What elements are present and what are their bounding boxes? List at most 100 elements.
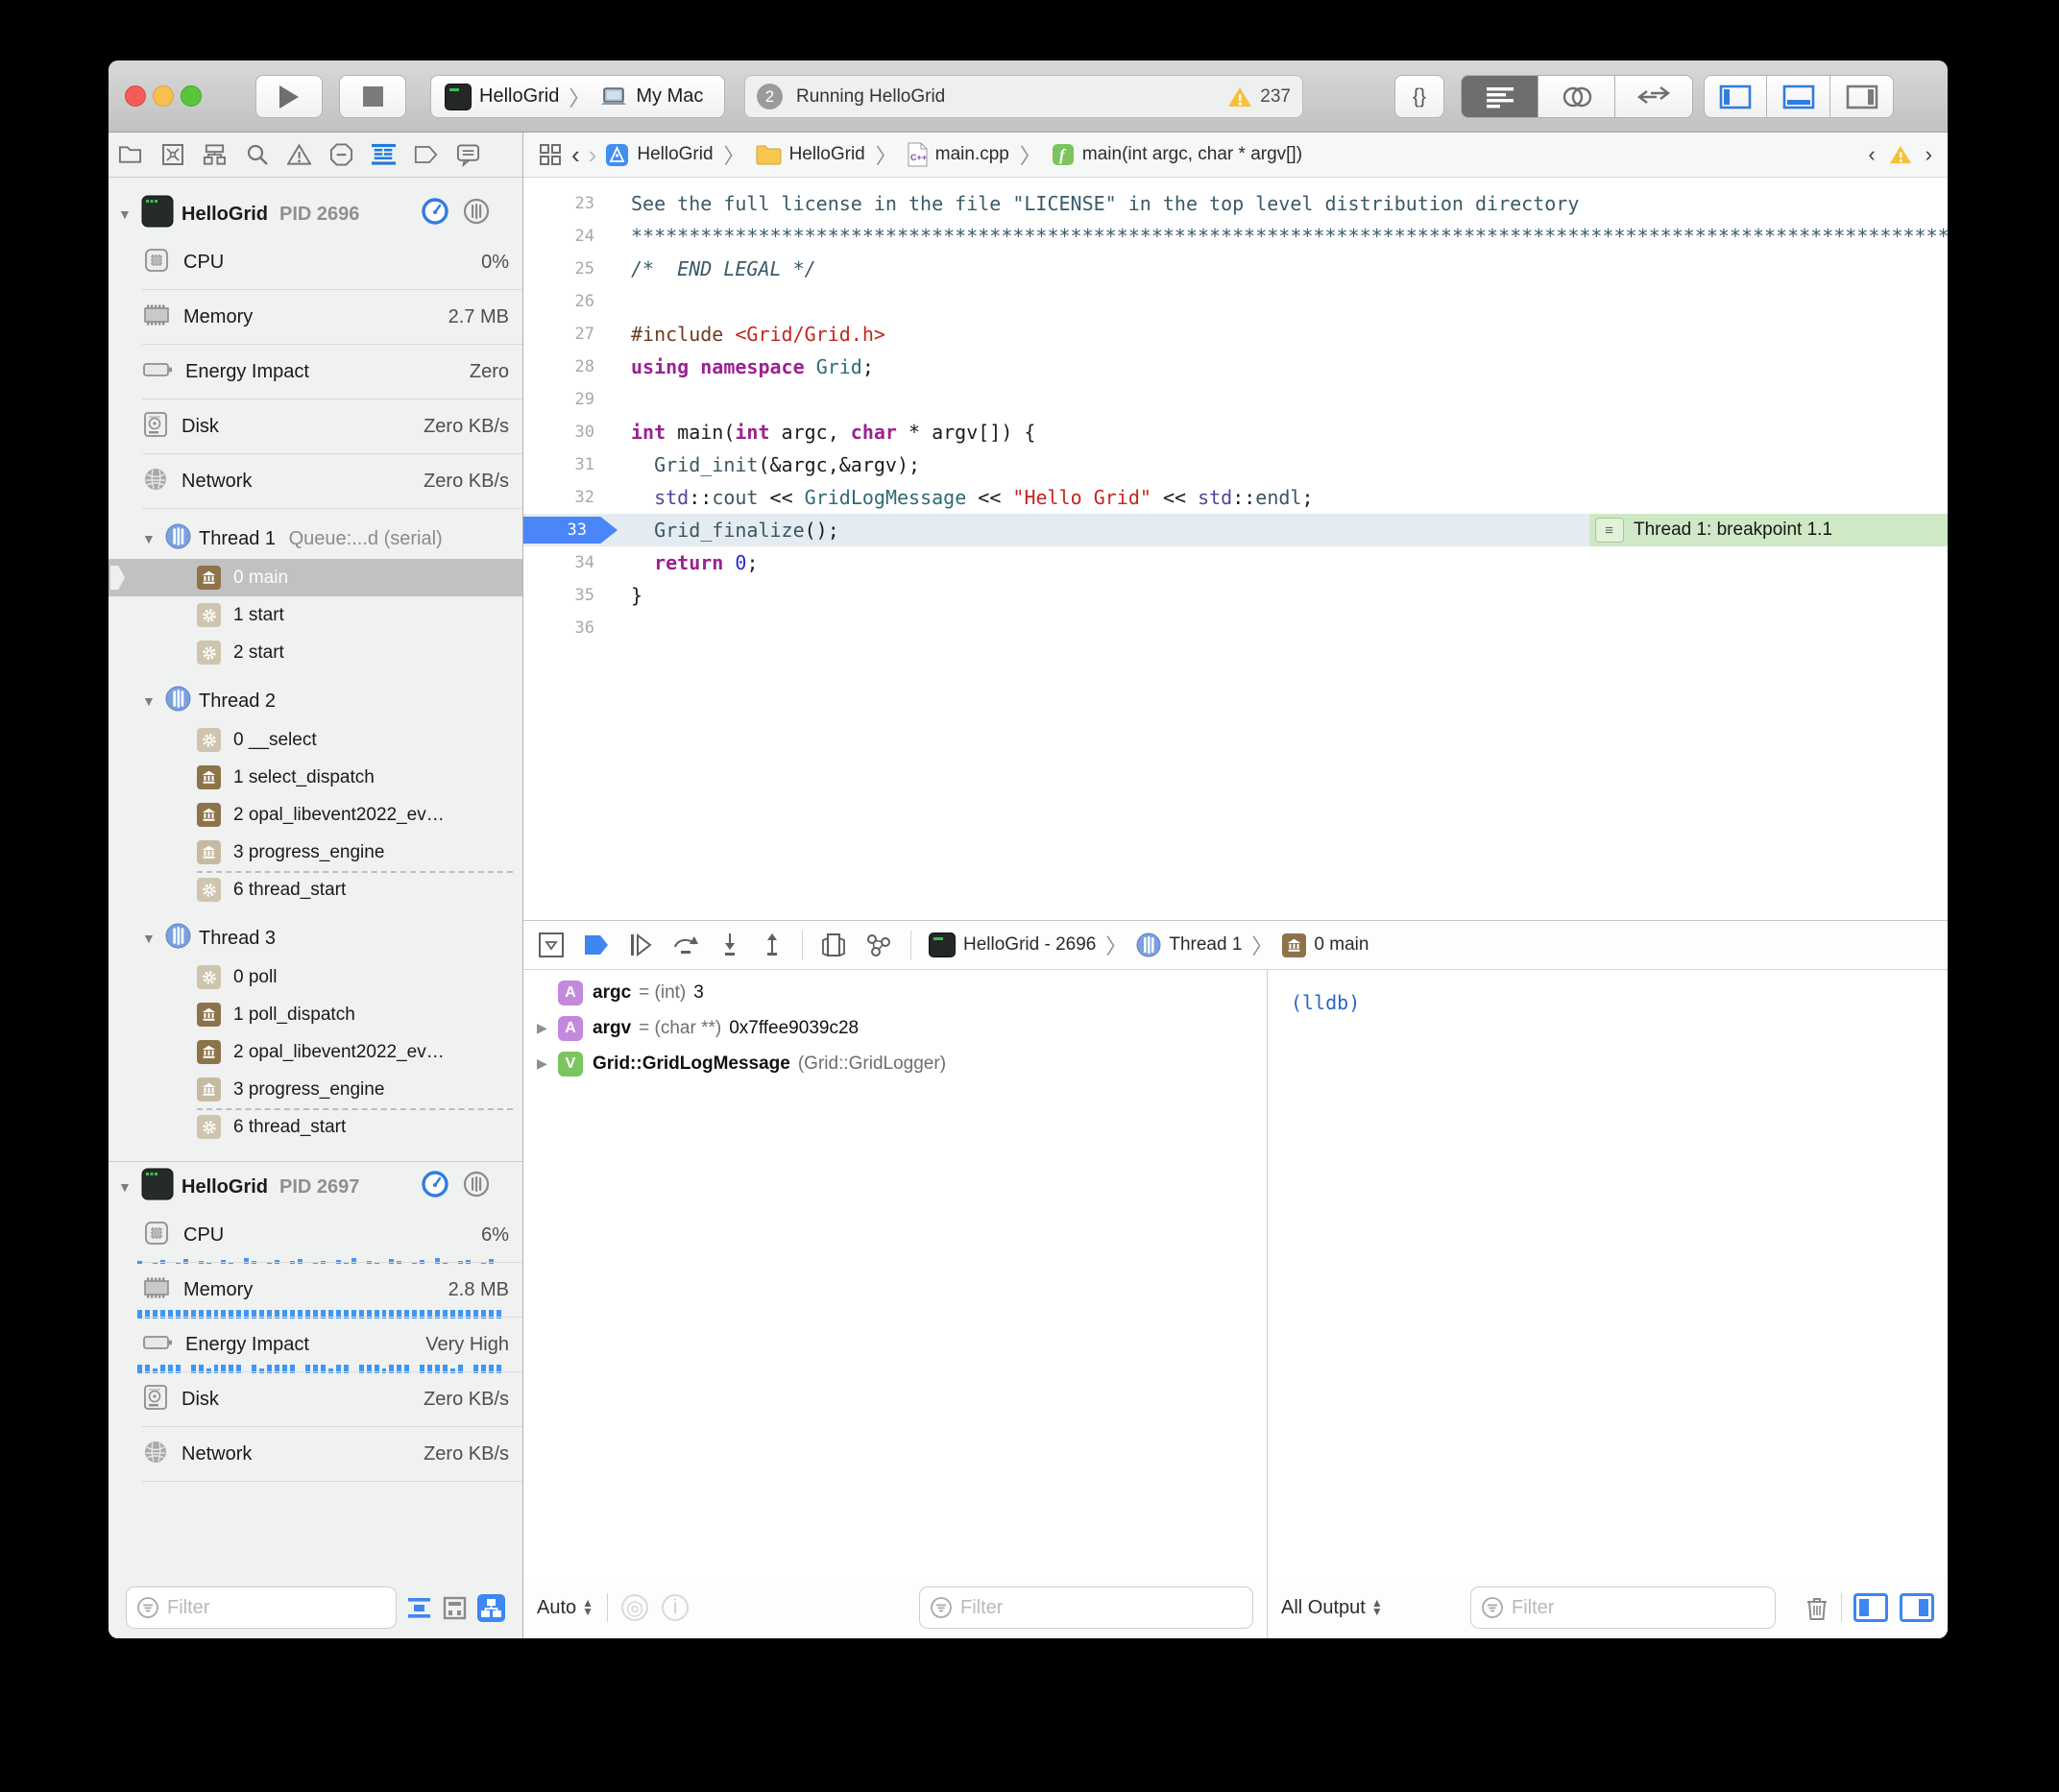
performance-gauge-button[interactable]: [422, 198, 448, 230]
line-number[interactable]: 27: [523, 325, 619, 344]
issue-warning-icon[interactable]: [1889, 144, 1912, 165]
stack-frame-row[interactable]: 3 progress_engine: [109, 1071, 522, 1108]
close-window-button[interactable]: [125, 85, 146, 107]
variable-row[interactable]: ▶Aargv= (char **)0x7ffee9039c28: [523, 1010, 1267, 1046]
tab-breakpoints[interactable]: [414, 143, 438, 167]
jump-bar-item[interactable]: fmain(int argc, char * argv[]): [1052, 143, 1302, 166]
line-number[interactable]: 29: [523, 390, 619, 409]
minimize-window-button[interactable]: [153, 85, 174, 107]
line-number[interactable]: 25: [523, 259, 619, 278]
continue-button[interactable]: [627, 932, 654, 958]
activity-viewer[interactable]: 2 Running HelloGrid 237: [744, 75, 1303, 118]
stack-frame-row[interactable]: 3 progress_engine: [109, 834, 522, 871]
disclosure-triangle[interactable]: ▼: [142, 693, 157, 709]
hide-debug-area-button[interactable]: [537, 931, 566, 959]
tab-project[interactable]: [118, 143, 142, 167]
thread-row-thread-2[interactable]: ▼Thread 2: [109, 681, 522, 721]
console-filter-field[interactable]: Filter: [1470, 1586, 1776, 1629]
stat-row-energy-impact[interactable]: Energy ImpactVery High: [109, 1318, 522, 1372]
stack-frame-row[interactable]: 2 start: [109, 634, 522, 671]
quicklook-icon[interactable]: ◎: [621, 1594, 648, 1621]
breakpoint-detail-icon[interactable]: ≡: [1595, 518, 1624, 543]
jump-bar-item[interactable]: HelloGrid: [756, 144, 865, 165]
standard-editor-button[interactable]: [1462, 76, 1538, 117]
line-number[interactable]: 31: [523, 455, 619, 474]
process-row-pid-2696[interactable]: ▼HelloGridPID 2696: [109, 193, 522, 235]
variable-row[interactable]: ▶VGrid::GridLogMessage(Grid::GridLogger): [523, 1046, 1267, 1081]
console-output[interactable]: (lldb): [1268, 970, 1948, 1577]
step-over-button[interactable]: [671, 932, 700, 958]
stack-frame-row[interactable]: 6 thread_start: [109, 871, 522, 908]
info-icon[interactable]: i: [662, 1594, 689, 1621]
disclosure-triangle[interactable]: ▶: [537, 1020, 558, 1036]
line-number[interactable]: 32: [523, 488, 619, 507]
variable-row[interactable]: Aargc= (int)3: [523, 975, 1267, 1010]
tab-reports[interactable]: [456, 143, 480, 167]
variables-filter-field[interactable]: Filter: [919, 1586, 1253, 1629]
jump-bar-item[interactable]: C++main.cpp: [908, 142, 1009, 167]
stack-frame-row[interactable]: 2 opal_libevent2022_ev…: [109, 1033, 522, 1071]
disclosure-triangle[interactable]: ▼: [142, 931, 157, 946]
stack-frame-row[interactable]: 6 thread_start: [109, 1108, 522, 1146]
stack-depth-toggle[interactable]: [442, 1595, 468, 1621]
stat-row-cpu[interactable]: CPU6%: [109, 1208, 522, 1263]
line-number[interactable]: 36: [523, 618, 619, 638]
view-process-hierarchy-toggle[interactable]: [477, 1594, 505, 1622]
stat-row-memory[interactable]: Memory2.8 MB: [109, 1263, 522, 1318]
stat-row-energy-impact[interactable]: Energy ImpactZero: [109, 345, 522, 400]
toggle-navigator-button[interactable]: [1704, 75, 1767, 118]
line-number[interactable]: 30: [523, 423, 619, 442]
stat-row-disk[interactable]: DiskZero KB/s: [109, 400, 522, 454]
toggle-debug-area-button[interactable]: [1767, 75, 1830, 118]
thread-row-thread-1[interactable]: ▼Thread 1 Queue:...d (serial): [109, 519, 522, 559]
jump-bar-item[interactable]: HelloGrid: [605, 143, 713, 167]
disclosure-triangle[interactable]: ▼: [118, 206, 133, 222]
source-editor[interactable]: 23See the full license in the file "LICE…: [523, 178, 1948, 920]
line-number[interactable]: 23: [523, 194, 619, 213]
stat-row-memory[interactable]: Memory2.7 MB: [109, 290, 522, 345]
tab-debug[interactable]: [372, 143, 396, 167]
related-items-icon[interactable]: [539, 143, 563, 167]
stack-frame-row[interactable]: 0 __select: [109, 721, 522, 759]
toggle-inspector-button[interactable]: [1830, 75, 1894, 118]
stat-row-disk[interactable]: DiskZero KB/s: [109, 1372, 522, 1427]
zoom-window-button[interactable]: [181, 85, 202, 107]
line-number[interactable]: 24: [523, 227, 619, 246]
next-issue-button[interactable]: ›: [1926, 142, 1932, 167]
stat-row-network[interactable]: NetworkZero KB/s: [109, 454, 522, 509]
line-number[interactable]: 26: [523, 292, 619, 311]
scheme-selector[interactable]: HelloGrid 〉 My Mac: [430, 75, 725, 118]
breadcrumb-thread[interactable]: Thread 1: [1169, 934, 1242, 956]
disclosure-triangle[interactable]: ▶: [537, 1055, 558, 1072]
warning-count[interactable]: 237: [1260, 86, 1291, 108]
forward-button[interactable]: ›: [589, 140, 597, 170]
stack-frame-row[interactable]: 1 select_dispatch: [109, 759, 522, 796]
step-into-button[interactable]: [717, 932, 742, 958]
disclosure-triangle[interactable]: ▼: [118, 1179, 133, 1195]
disclosure-triangle[interactable]: ▼: [142, 531, 157, 546]
tab-issues[interactable]: [287, 143, 311, 167]
tab-search[interactable]: [245, 143, 269, 167]
tab-symbols[interactable]: [203, 143, 227, 167]
stat-row-network[interactable]: NetworkZero KB/s: [109, 1427, 522, 1482]
navigator-filter-field[interactable]: Filter: [126, 1586, 397, 1629]
stack-frame-row[interactable]: 1 start: [109, 596, 522, 634]
performance-gauge-button[interactable]: [422, 1171, 448, 1203]
thread-row-thread-3[interactable]: ▼Thread 3: [109, 918, 522, 958]
line-number[interactable]: 34: [523, 553, 619, 572]
breadcrumb-frame[interactable]: 0 main: [1314, 934, 1369, 956]
stack-frame-row[interactable]: 2 opal_libevent2022_ev…: [109, 796, 522, 834]
process-row-pid-2697[interactable]: ▼HelloGridPID 2697: [109, 1166, 522, 1208]
back-button[interactable]: ‹: [571, 140, 580, 170]
toggle-console-view-button[interactable]: [1900, 1593, 1934, 1622]
thread-view-button[interactable]: [463, 198, 490, 230]
stack-frame-row[interactable]: 1 poll_dispatch: [109, 996, 522, 1033]
stat-row-cpu[interactable]: CPU0%: [109, 235, 522, 290]
assistant-editor-button[interactable]: [1538, 76, 1615, 117]
breakpoint-annotation[interactable]: ≡ Thread 1: breakpoint 1.1: [1589, 514, 1948, 546]
toggle-variables-view-button[interactable]: [1853, 1593, 1888, 1622]
breadcrumb-process[interactable]: HelloGrid - 2696: [963, 934, 1096, 956]
flatten-stack-toggle[interactable]: [406, 1595, 432, 1621]
debug-memory-graph-button[interactable]: [864, 932, 893, 958]
run-button[interactable]: [255, 75, 323, 118]
